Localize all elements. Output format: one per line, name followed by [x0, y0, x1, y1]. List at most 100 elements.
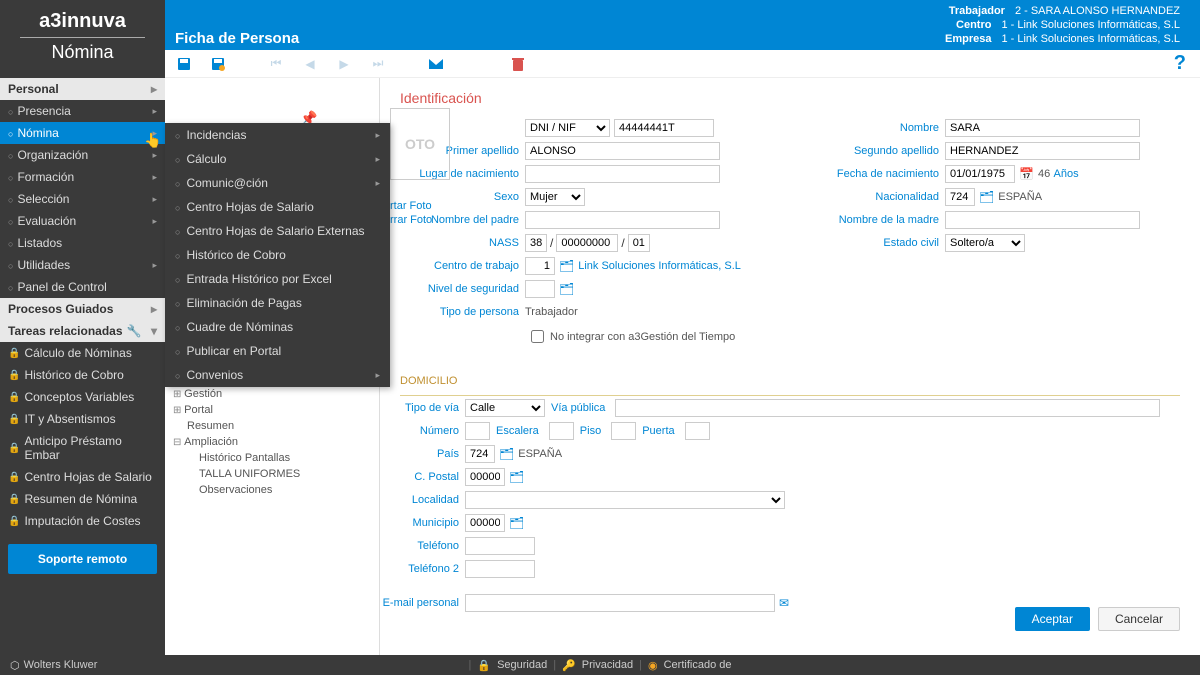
nacional-code-input[interactable]	[945, 188, 975, 206]
cp-input[interactable]	[465, 468, 505, 486]
no-integrar-checkbox[interactable]	[531, 330, 544, 343]
accept-button[interactable]: Aceptar	[1015, 607, 1090, 631]
submenu-eliminacion[interactable]: ○Eliminación de Pagas	[165, 291, 390, 315]
piso-input[interactable]	[611, 422, 636, 440]
submenu-historico[interactable]: ○Histórico de Cobro	[165, 243, 390, 267]
task-anticipo[interactable]: 🔒Anticipo Préstamo Embar	[0, 430, 165, 466]
inbox-icon[interactable]	[427, 55, 445, 73]
footer-privacidad[interactable]: Privacidad	[582, 659, 633, 671]
tree-gestion[interactable]: Gestión	[173, 386, 371, 402]
tree-ampliacion[interactable]: Ampliación	[173, 434, 371, 450]
task-resumen[interactable]: 🔒Resumen de Nómina	[0, 488, 165, 510]
task-conceptos[interactable]: 🔒Conceptos Variables	[0, 386, 165, 408]
lookup-icon[interactable]: 🗂	[559, 259, 574, 273]
doc-value-input[interactable]	[614, 119, 714, 137]
madre-input[interactable]	[945, 211, 1140, 229]
sidebar-item-evaluacion[interactable]: ○Evaluación▸	[0, 210, 165, 232]
sidebar-section-procesos[interactable]: Procesos Guiados▸	[0, 298, 165, 320]
photo-placeholder[interactable]: OTO	[390, 108, 450, 180]
lookup-icon[interactable]: 🗂	[979, 190, 994, 204]
centro-link[interactable]: Link Soluciones Informáticas, S.L	[578, 260, 741, 272]
sidebar-item-seleccion[interactable]: ○Selección▸	[0, 188, 165, 210]
pais-code-input[interactable]	[465, 445, 495, 463]
tree-historico-p[interactable]: Histórico Pantallas	[173, 450, 371, 466]
padre-input[interactable]	[525, 211, 720, 229]
submenu-comunicacion[interactable]: ○Comunic@ción▸	[165, 171, 390, 195]
task-centro[interactable]: 🔒Centro Hojas de Salario	[0, 466, 165, 488]
localidad-select[interactable]	[465, 491, 785, 509]
footer-brand: ⬡Wolters Kluwer	[0, 659, 97, 672]
submenu-incidencias[interactable]: ○Incidencias▸	[165, 123, 390, 147]
fecha-input[interactable]	[945, 165, 1015, 183]
insert-photo-link[interactable]: rtar Foto	[390, 200, 432, 212]
via-publica-input[interactable]	[615, 399, 1160, 417]
sidebar-section-tareas[interactable]: Tareas relacionadas🔧▾	[0, 320, 165, 342]
lookup-icon[interactable]: 🗂	[509, 470, 524, 484]
submenu-convenios[interactable]: ○Convenios▸	[165, 363, 390, 387]
tree-resumen[interactable]: Resumen	[173, 418, 371, 434]
task-it[interactable]: 🔒IT y Absentismos	[0, 408, 165, 430]
email-icon[interactable]: ✉	[779, 596, 789, 610]
help-icon[interactable]: ?	[1174, 52, 1186, 75]
footer-certificado[interactable]: Certificado de	[664, 659, 732, 671]
support-button[interactable]: Soporte remoto	[8, 544, 157, 574]
task-historico[interactable]: 🔒Histórico de Cobro	[0, 364, 165, 386]
task-calculo[interactable]: 🔒Cálculo de Nóminas	[0, 342, 165, 364]
sidebar-item-formacion[interactable]: ○Formación▸	[0, 166, 165, 188]
numero-input[interactable]	[465, 422, 490, 440]
content-area: Identificación DNI / NIF Primer apellido…	[380, 78, 1200, 655]
sidebar-item-listados[interactable]: ○Listados	[0, 232, 165, 254]
tipo-via-select[interactable]: Calle	[465, 399, 545, 417]
centro-code-input[interactable]	[525, 257, 555, 275]
apellido1-input[interactable]	[525, 142, 720, 160]
delete-icon[interactable]	[509, 55, 527, 73]
footer-seguridad[interactable]: Seguridad	[497, 659, 547, 671]
task-imputacion[interactable]: 🔒Imputación de Costes	[0, 510, 165, 532]
sidebar-item-presencia[interactable]: ○Presencia▸	[0, 100, 165, 122]
nivel-input[interactable]	[525, 280, 555, 298]
lookup-icon[interactable]: 🗂	[559, 282, 574, 296]
header-info: Trabajador2 - SARA ALONSO HERNANDEZ Cent…	[945, 4, 1180, 46]
puerta-input[interactable]	[685, 422, 710, 440]
key-icon: 🔑	[562, 659, 576, 672]
last-icon[interactable]: ⏭	[369, 55, 387, 73]
municipio-input[interactable]	[465, 514, 505, 532]
cancel-button[interactable]: Cancelar	[1098, 607, 1180, 631]
tel2-input[interactable]	[465, 560, 535, 578]
nass3-input[interactable]	[628, 234, 650, 252]
submenu-cuadre[interactable]: ○Cuadre de Nóminas	[165, 315, 390, 339]
nass2-input[interactable]	[556, 234, 618, 252]
sidebar-section-personal[interactable]: Personal▸	[0, 78, 165, 100]
nass1-input[interactable]	[525, 234, 547, 252]
save-as-icon[interactable]	[209, 55, 227, 73]
doc-type-select[interactable]: DNI / NIF	[525, 119, 610, 137]
submenu-hojas[interactable]: ○Centro Hojas de Salario	[165, 195, 390, 219]
email-input[interactable]	[465, 594, 775, 612]
nombre-input[interactable]	[945, 119, 1140, 137]
delete-photo-link[interactable]: rrar Foto	[390, 214, 432, 226]
sidebar-item-panel[interactable]: ○Panel de Control	[0, 276, 165, 298]
apellido2-input[interactable]	[945, 142, 1140, 160]
lookup-icon[interactable]: 🗂	[499, 447, 514, 461]
tree-talla[interactable]: TALLA UNIFORMES	[173, 466, 371, 482]
submenu-publicar[interactable]: ○Publicar en Portal	[165, 339, 390, 363]
first-icon[interactable]: ⏮	[267, 55, 285, 73]
submenu-entrada[interactable]: ○Entrada Histórico por Excel	[165, 267, 390, 291]
submenu-hojas-ext[interactable]: ○Centro Hojas de Salario Externas	[165, 219, 390, 243]
calendar-icon[interactable]: 📅	[1019, 167, 1034, 181]
lookup-icon[interactable]: 🗂	[509, 516, 524, 530]
sidebar-item-nomina[interactable]: ○Nómina▸	[0, 122, 165, 144]
escalera-input[interactable]	[549, 422, 574, 440]
tree-portal[interactable]: Portal	[173, 402, 371, 418]
next-icon[interactable]: ▶	[335, 55, 353, 73]
save-icon[interactable]	[175, 55, 193, 73]
tree-obs[interactable]: Observaciones	[173, 482, 371, 498]
sexo-select[interactable]: Mujer	[525, 188, 585, 206]
tel-input[interactable]	[465, 537, 535, 555]
prev-icon[interactable]: ◀	[301, 55, 319, 73]
sidebar-item-organizacion[interactable]: ○Organización▸	[0, 144, 165, 166]
lugar-input[interactable]	[525, 165, 720, 183]
submenu-calculo[interactable]: ○Cálculo▸	[165, 147, 390, 171]
sidebar-item-utilidades[interactable]: ○Utilidades▸	[0, 254, 165, 276]
civil-select[interactable]: Soltero/a	[945, 234, 1025, 252]
